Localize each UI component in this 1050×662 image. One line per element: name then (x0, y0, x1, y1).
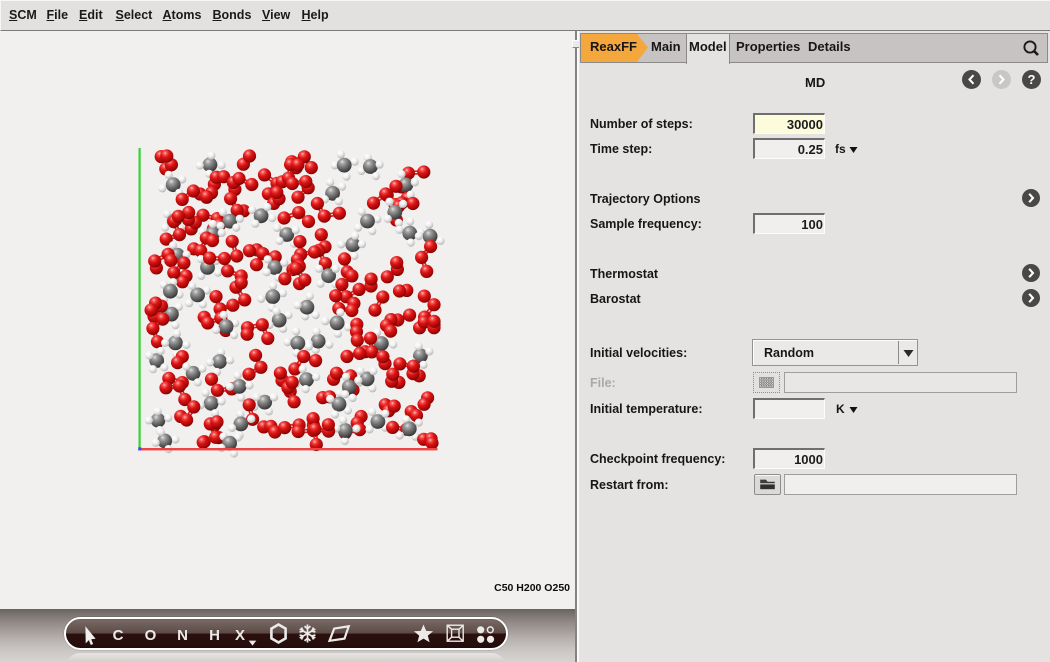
svg-text:O: O (145, 627, 157, 644)
svg-text:X: X (235, 627, 245, 644)
svg-text:?: ? (1027, 72, 1035, 87)
svg-text:N: N (177, 627, 188, 644)
svg-text:H: H (209, 627, 220, 644)
svg-text:C: C (113, 627, 124, 644)
